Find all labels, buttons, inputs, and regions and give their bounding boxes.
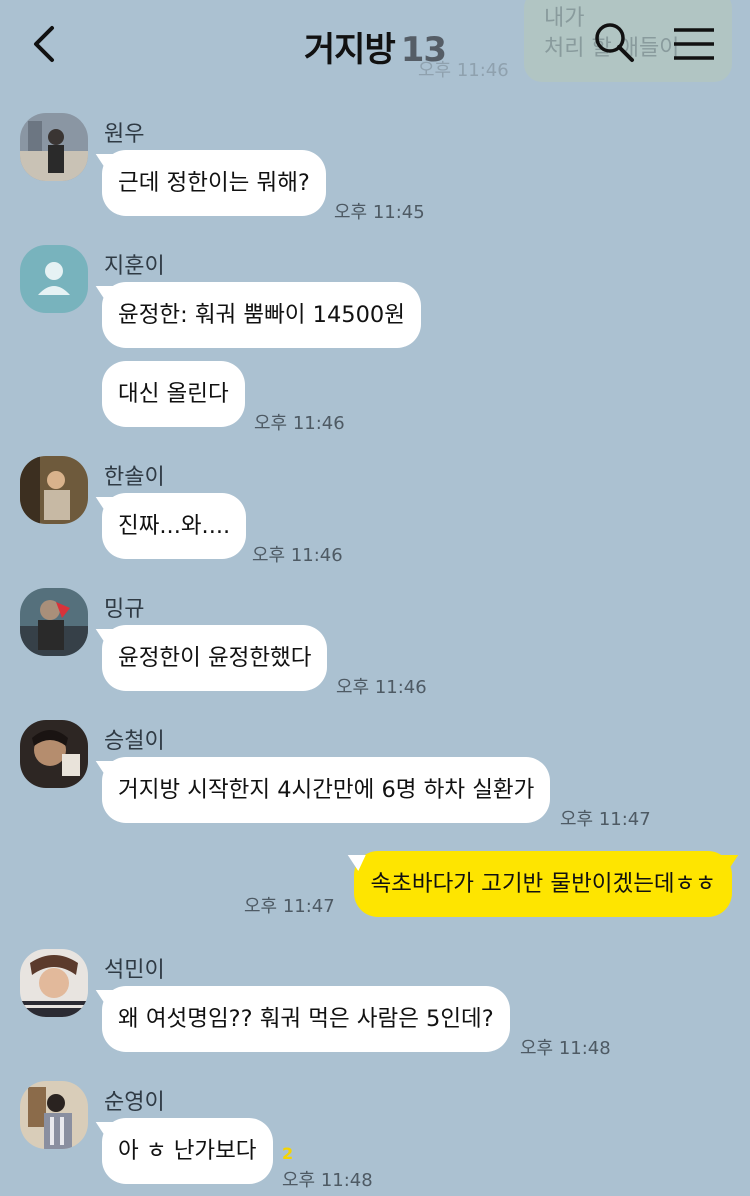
my-message-bubble[interactable]: 속초바다가 고기반 물반이겠는데ㅎㅎ (354, 851, 732, 917)
member-count: 13 (400, 30, 447, 70)
search-icon (595, 23, 634, 62)
message-bubble[interactable]: 진짜...와.... (102, 493, 247, 559)
avatar[interactable] (20, 949, 88, 1017)
message-bubble[interactable]: 왜 여섯명임?? 훠궈 먹은 사람은 5인데? (102, 986, 510, 1052)
avatar[interactable] (20, 720, 88, 788)
chat-room-name: 거지방 (303, 30, 396, 70)
sender-name: 원우 (104, 122, 145, 147)
avatar[interactable] (20, 588, 88, 656)
message-bubble[interactable]: 윤정한이 윤정한했다 (102, 625, 328, 691)
message-time: 오후 11:46 (336, 677, 427, 698)
sender-name: 석민이 (104, 958, 165, 983)
message-time: 오후 11:46 (252, 545, 343, 566)
chat-room-title: 거지방 13 (0, 22, 750, 71)
message-bubble[interactable]: 윤정한: 훠궈 뿜빠이 14500원 (102, 282, 421, 348)
chat-header: 거지방 13 (0, 0, 750, 94)
message-bubble[interactable]: 거지방 시작한지 4시간만에 6명 하차 실환가 (102, 757, 551, 823)
sender-name: 순영이 (104, 1090, 165, 1115)
message-time: 오후 11:47 (244, 896, 335, 917)
message-bubble[interactable]: 아 ㅎ 난가보다 (102, 1118, 273, 1184)
avatar[interactable] (20, 113, 88, 181)
sender-name: 한솔이 (104, 465, 165, 490)
message-time: 오후 11:48 (282, 1170, 373, 1191)
sender-name: 밍규 (104, 597, 145, 622)
hamburger-menu-icon (674, 28, 714, 60)
unread-count: 2 (282, 1144, 294, 1163)
message-time: 오후 11:47 (560, 809, 651, 830)
message-time: 오후 11:45 (334, 202, 425, 223)
sender-name: 승철이 (104, 729, 165, 754)
sender-name: 지훈이 (104, 254, 165, 279)
menu-button[interactable] (672, 24, 716, 64)
search-button[interactable] (592, 20, 636, 64)
avatar[interactable] (20, 245, 88, 313)
message-time: 오후 11:46 (254, 413, 345, 434)
message-time: 오후 11:48 (520, 1038, 611, 1059)
avatar[interactable] (20, 1081, 88, 1149)
message-bubble[interactable]: 근데 정한이는 뭐해? (102, 150, 326, 216)
avatar[interactable] (20, 456, 88, 524)
message-bubble[interactable]: 대신 올린다 (102, 361, 245, 427)
